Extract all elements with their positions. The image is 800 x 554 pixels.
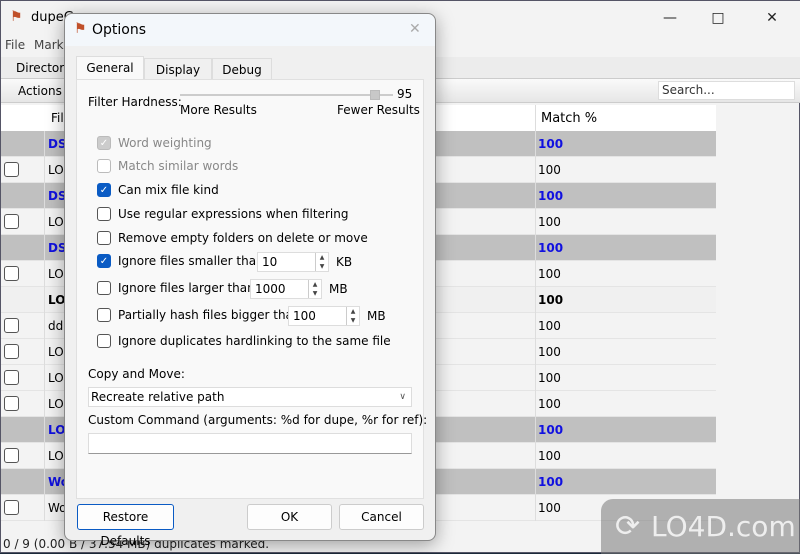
checkbox[interactable]: [97, 308, 111, 322]
close-button[interactable]: ✕: [749, 1, 795, 35]
row-match: 100: [538, 241, 564, 255]
dialog-title: Options: [92, 22, 147, 38]
partial-hash-spinbox[interactable]: 100 ▲ ▼: [288, 306, 360, 326]
filter-hardness-slider[interactable]: [180, 94, 393, 96]
menu-file[interactable]: File: [5, 38, 25, 52]
slider-handle[interactable]: [370, 90, 380, 100]
checkbox[interactable]: ✓: [97, 136, 111, 150]
row-match: 100: [538, 293, 564, 307]
column-match[interactable]: Match %: [541, 111, 597, 126]
row-checkbox[interactable]: [4, 266, 19, 281]
row-checkbox[interactable]: [4, 370, 19, 385]
more-results-label: More Results: [180, 103, 257, 117]
lo4d-watermark: ⟳ LO4D.com: [601, 499, 800, 554]
row-match: 100: [538, 137, 564, 151]
search-input[interactable]: Search...: [658, 81, 795, 100]
row-match: 100: [538, 267, 561, 281]
checkbox[interactable]: [97, 207, 111, 221]
cancel-button[interactable]: Cancel: [339, 504, 424, 530]
row-match: 100: [538, 423, 564, 437]
fewer-results-label: Fewer Results: [337, 103, 420, 117]
chevron-down-icon: ∨: [399, 392, 406, 402]
row-match: 100: [538, 189, 564, 203]
options-dialog: ⚑ Options ✕ General Display Debug Filter…: [64, 13, 436, 548]
app-icon: ⚑: [10, 9, 23, 25]
row-match: 100: [538, 163, 561, 177]
watermark-logo-icon: ⟳: [615, 509, 641, 544]
row-match: 100: [538, 215, 561, 229]
row-checkbox[interactable]: [4, 344, 19, 359]
custom-command-label: Custom Command (arguments: %d for dupe, …: [88, 413, 428, 427]
unit-label: KB: [336, 255, 353, 269]
minimize-button[interactable]: —: [647, 1, 693, 35]
checkbox[interactable]: ✓: [97, 183, 111, 197]
row-match: 100: [538, 345, 561, 359]
spin-arrows-icon: ▲ ▼: [315, 253, 328, 271]
row-match: 100: [538, 397, 561, 411]
unit-label: MB: [367, 309, 386, 323]
actions-button[interactable]: Actions: [18, 84, 62, 98]
checkbox[interactable]: [97, 281, 111, 295]
row-match: 100: [538, 501, 561, 515]
ok-button[interactable]: OK: [247, 504, 332, 530]
row-match: 100: [538, 371, 561, 385]
dialog-close-icon[interactable]: ✕: [409, 21, 421, 37]
copy-move-label: Copy and Move:: [88, 367, 185, 381]
row-checkbox[interactable]: [4, 396, 19, 411]
filter-hardness-label: Filter Hardness:: [88, 95, 182, 109]
checkbox[interactable]: [97, 159, 111, 173]
row-match: 100: [538, 475, 564, 489]
row-checkbox[interactable]: [4, 318, 19, 333]
custom-command-input[interactable]: [88, 433, 412, 454]
app-icon: ⚑: [74, 21, 87, 37]
row-match: 100: [538, 319, 561, 333]
checkbox[interactable]: ✓: [97, 254, 111, 268]
checkbox[interactable]: [97, 334, 111, 348]
maximize-button[interactable]: □: [695, 1, 741, 35]
restore-defaults-button[interactable]: Restore Defaults: [77, 504, 174, 548]
row-checkbox[interactable]: [4, 214, 19, 229]
row-match: 100: [538, 449, 561, 463]
row-checkbox[interactable]: [4, 500, 19, 515]
menu-mark[interactable]: Mark: [34, 38, 64, 52]
checkbox[interactable]: [97, 231, 111, 245]
tab-display[interactable]: Display: [144, 58, 212, 80]
ignore-smaller-spinbox[interactable]: 10 ▲ ▼: [257, 252, 329, 272]
dialog-title-bar: ⚑ Options ✕: [65, 14, 435, 46]
row-checkbox[interactable]: [4, 448, 19, 463]
tab-debug[interactable]: Debug: [212, 58, 272, 80]
unit-label: MB: [329, 282, 348, 296]
spin-arrows-icon: ▲ ▼: [308, 280, 321, 298]
row-checkbox[interactable]: [4, 162, 19, 177]
filter-hardness-value: 95: [397, 87, 413, 101]
copy-move-select[interactable]: Recreate relative path ∨: [88, 387, 412, 407]
ignore-larger-spinbox[interactable]: 1000 ▲ ▼: [250, 279, 322, 299]
tab-general[interactable]: General: [76, 56, 144, 80]
spin-arrows-icon: ▲ ▼: [346, 307, 359, 325]
